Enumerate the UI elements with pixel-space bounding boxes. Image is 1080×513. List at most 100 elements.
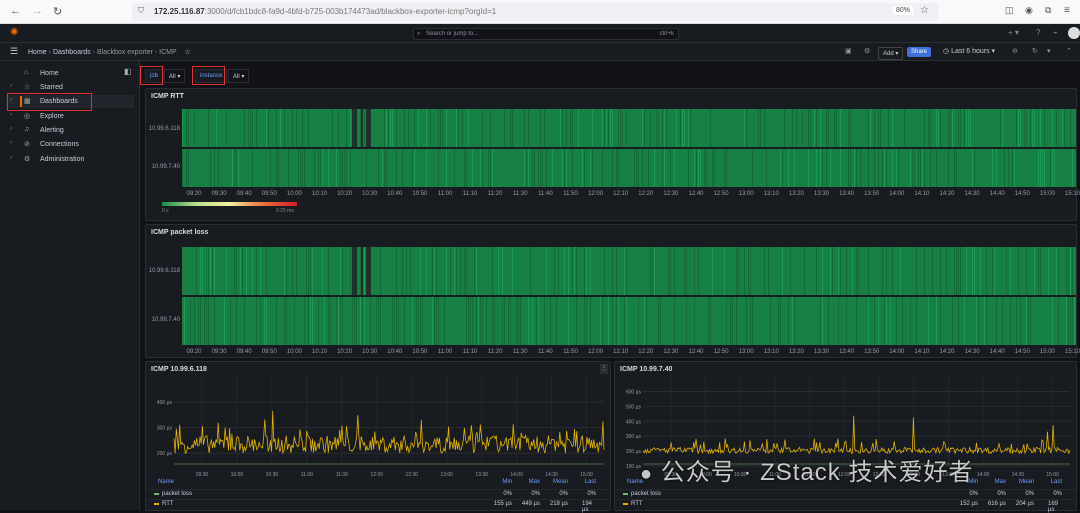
- heatmap-row: [182, 149, 1076, 187]
- packet-loss-heatmap[interactable]: [182, 247, 1076, 346]
- plus-icon[interactable]: + ▾: [1008, 28, 1019, 37]
- heatmap-cell: [226, 247, 227, 295]
- reload-icon[interactable]: ↻: [53, 5, 62, 18]
- legend-col[interactable]: Mean: [1019, 479, 1034, 485]
- sidebar-item-alerting[interactable]: › ♫ Alerting: [6, 124, 134, 137]
- heatmap-cell: [284, 247, 285, 295]
- legend-col[interactable]: Last: [1051, 479, 1062, 485]
- grafana-logo-icon[interactable]: ✺: [10, 27, 18, 38]
- x-tick: 12:00: [588, 191, 604, 197]
- heatmap-cell: [1042, 149, 1043, 187]
- heatmap-cell: [1058, 247, 1059, 295]
- chevron-right-icon[interactable]: ›: [10, 155, 12, 161]
- variable-instance-select[interactable]: All ▾: [228, 69, 250, 83]
- breadcrumb-home[interactable]: Home: [28, 49, 47, 56]
- forward-icon[interactable]: →: [32, 5, 43, 17]
- search-placeholder: Search or jump to...: [426, 31, 479, 37]
- menu-icon[interactable]: ≡: [1064, 5, 1070, 16]
- zoom-level[interactable]: 80%: [893, 6, 914, 15]
- heatmap-cell: [386, 109, 387, 147]
- sidebar-item-administration[interactable]: › ⚙ Administration: [6, 153, 134, 166]
- avatar[interactable]: [1068, 27, 1080, 39]
- x-tick: 13:40: [839, 349, 855, 355]
- heatmap-cell: [868, 109, 869, 147]
- heatmap-cell: [638, 149, 639, 187]
- x-tick: 12:40: [688, 349, 704, 355]
- chevron-right-icon[interactable]: ›: [10, 126, 12, 132]
- share-button[interactable]: Share: [907, 47, 932, 57]
- heatmap-cell: [808, 109, 809, 147]
- refresh-interval-chevron-icon[interactable]: ▾: [1047, 47, 1051, 55]
- url-bar[interactable]: ⛉ 172.25.116.87:3000/d/fcb1bdc8-fa9d-4bfd…: [132, 3, 938, 21]
- refresh-icon[interactable]: ↻: [1032, 47, 1038, 55]
- favorite-star-icon[interactable]: ☆: [185, 49, 191, 56]
- x-tick: 13:20: [788, 349, 804, 355]
- collapse-chevron-icon[interactable]: ⌃: [1066, 47, 1072, 55]
- legend-col[interactable]: Max: [529, 479, 540, 485]
- legend-col[interactable]: Last: [585, 479, 596, 485]
- legend-swatch: [623, 493, 628, 495]
- legend-mean: 204 µs: [1015, 501, 1034, 507]
- heatmap-cell: [432, 297, 433, 345]
- heatmap-cell: [986, 247, 987, 295]
- heatmap-cell: [480, 297, 481, 345]
- x-tick: 15:00: [1039, 191, 1055, 197]
- variable-job-select[interactable]: All ▾: [164, 69, 186, 83]
- legend-row[interactable]: packet loss 0% 0% 0% 0%: [146, 489, 610, 498]
- search-input[interactable]: ⌕ Search or jump to... ctrl+k: [413, 28, 679, 40]
- heatmap-cell: [882, 247, 883, 295]
- extensions-icon[interactable]: ⧉: [1045, 5, 1051, 16]
- heatmap-cell: [898, 149, 899, 187]
- chevron-right-icon[interactable]: ›: [10, 140, 12, 146]
- sidebar-item-label: Home: [40, 70, 59, 77]
- heatmap-cell: [384, 109, 385, 147]
- legend-col[interactable]: Mean: [553, 479, 568, 485]
- heatmap-cell: [204, 297, 205, 345]
- legend-row[interactable]: packet loss 0% 0% 0% 0%: [615, 489, 1076, 498]
- legend-col[interactable]: Max: [995, 479, 1006, 485]
- sidebar-item-explore[interactable]: › ◎ Explore: [6, 110, 134, 123]
- heatmap-cell: [1016, 297, 1017, 345]
- breadcrumb-dashboards[interactable]: Dashboards: [53, 49, 91, 56]
- zoom-out-icon[interactable]: ⊖: [1012, 47, 1018, 55]
- hamburger-menu-icon[interactable]: ☰: [10, 46, 18, 57]
- heatmap-cell: [794, 149, 795, 187]
- x-tick: 10:30: [362, 349, 378, 355]
- heatmap-cell: [310, 297, 311, 345]
- heatmap-cell: [508, 297, 509, 345]
- x-tick: 14:30: [964, 349, 980, 355]
- legend-col[interactable]: Min: [502, 479, 512, 485]
- heatmap-cell: [744, 247, 745, 295]
- heatmap-cell: [930, 109, 931, 147]
- pocket-icon[interactable]: ◫: [1005, 5, 1014, 16]
- heatmap-cell: [828, 109, 829, 147]
- watermark: ● 公众号 · ZStack 技术爱好者: [640, 452, 973, 487]
- legend-row[interactable]: RTT 155 µs 449 µs 218 µs 194 µs: [146, 499, 610, 513]
- save-icon[interactable]: ▣: [845, 47, 852, 55]
- time-picker[interactable]: ◷ Last 6 hours ▾: [943, 47, 995, 55]
- settings-gear-icon[interactable]: ⚙: [864, 47, 870, 55]
- sidebar-item-home[interactable]: ⌂ Home: [6, 67, 134, 80]
- legend-col-name[interactable]: Name: [158, 479, 174, 485]
- rtt-heatmap[interactable]: [182, 109, 1076, 188]
- chevron-right-icon[interactable]: ›: [10, 112, 12, 118]
- bookmark-star-icon[interactable]: ☆: [920, 5, 929, 16]
- back-icon[interactable]: ←: [10, 5, 21, 17]
- add-button[interactable]: Add ▾: [878, 47, 904, 60]
- help-icon[interactable]: ?: [1036, 28, 1040, 37]
- heatmap-cell: [396, 247, 397, 295]
- heatmap-cell: [610, 109, 611, 147]
- heatmap-cell: [886, 247, 887, 295]
- news-icon[interactable]: ⌁: [1053, 28, 1058, 37]
- heatmap-cell: [328, 297, 329, 345]
- legend-last: 0%: [587, 491, 596, 497]
- heatmap-cell: [306, 247, 307, 295]
- heatmap-cell: [664, 149, 665, 187]
- legend-row[interactable]: RTT 152 µs 616 µs 204 µs 169 µs: [615, 499, 1076, 513]
- chevron-right-icon[interactable]: ›: [10, 83, 12, 89]
- heatmap-cell: [670, 247, 671, 295]
- heatmap-cell: [1040, 247, 1041, 295]
- heatmap-cell: [1000, 109, 1001, 147]
- account-icon[interactable]: ◉: [1025, 5, 1033, 16]
- sidebar-item-connections[interactable]: › ⊘ Connections: [6, 138, 134, 151]
